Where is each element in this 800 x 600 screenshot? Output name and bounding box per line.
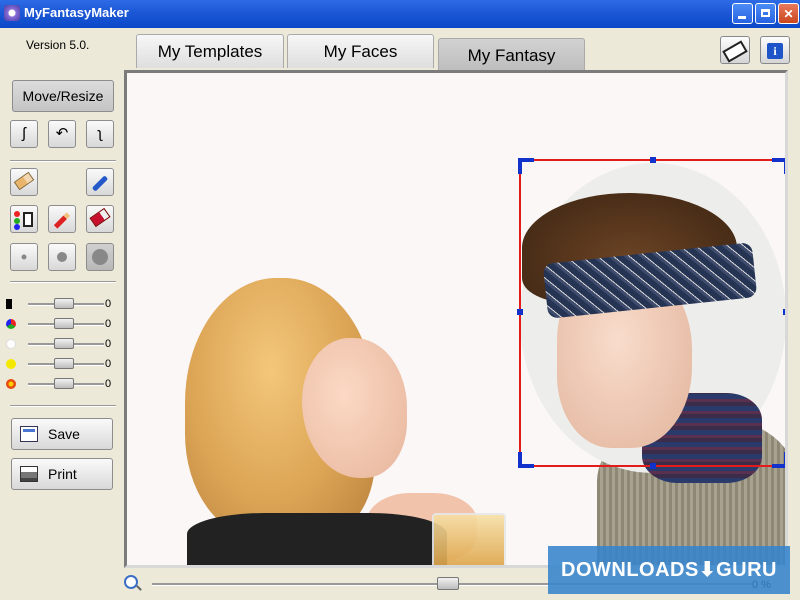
version-label: Version 5.0. (26, 38, 90, 52)
watermark: DOWNLOADS⬇GURU (548, 546, 790, 594)
move-resize-button[interactable]: Move/Resize (12, 80, 114, 112)
photo-canvas[interactable] (124, 70, 788, 568)
tab-my-fantasy[interactable]: My Fantasy (438, 38, 585, 72)
red-slider[interactable]: 0 (6, 376, 114, 392)
slider-value: 0 (105, 298, 112, 310)
rubber-tool-button[interactable] (86, 205, 114, 233)
rubber-icon (89, 207, 111, 228)
brush-large-icon (92, 249, 108, 265)
save-label: Save (48, 426, 80, 442)
clear-button[interactable] (720, 36, 750, 64)
pencil-icon (53, 212, 71, 229)
brightness-slider[interactable]: 0 (6, 336, 114, 352)
info-icon: i (767, 43, 783, 59)
woman-body (187, 513, 447, 565)
yellow-slider[interactable]: 0 (6, 356, 114, 372)
resize-handle[interactable] (772, 452, 785, 468)
yellow-icon (6, 359, 16, 369)
title-bar: MyFantasyMaker ✕ (0, 0, 800, 28)
app-icon (4, 5, 20, 21)
resize-handle[interactable] (772, 158, 785, 174)
brush-small-button[interactable] (10, 243, 38, 271)
flip-icon[interactable]: ↶ (48, 120, 76, 148)
divider (10, 281, 116, 283)
save-icon (20, 426, 38, 442)
print-label: Print (48, 466, 77, 482)
slider-thumb[interactable] (54, 318, 74, 329)
resize-handle[interactable] (518, 158, 534, 174)
eyedropper-tool-button[interactable] (86, 168, 114, 196)
maximize-button[interactable] (755, 3, 776, 24)
zoom-icon (124, 575, 138, 589)
slider-thumb[interactable] (54, 378, 74, 389)
info-button[interactable]: i (760, 36, 790, 64)
eraser-icon (722, 40, 748, 63)
brightness-icon (6, 339, 16, 349)
eyedropper-icon (91, 175, 109, 192)
rotate-left-icon[interactable]: ʃ (10, 120, 38, 148)
save-button[interactable]: Save (11, 418, 113, 450)
brush-large-button[interactable] (86, 243, 114, 271)
slider-value: 0 (105, 378, 112, 390)
color-tool-button[interactable] (10, 205, 38, 233)
resize-handle[interactable] (650, 157, 656, 163)
slider-value: 0 (105, 338, 112, 350)
resize-handle[interactable] (517, 309, 523, 315)
window-title: MyFantasyMaker (24, 5, 129, 20)
divider (10, 405, 116, 407)
eraser-icon (13, 171, 35, 191)
contrast-icon (6, 299, 12, 309)
color-picker-icon (14, 211, 20, 217)
brush-medium-icon (57, 252, 67, 262)
brush-medium-button[interactable] (48, 243, 76, 271)
slider-thumb[interactable] (54, 298, 74, 309)
divider (10, 160, 116, 162)
color-balance-slider[interactable]: 0 (6, 316, 114, 332)
tab-my-templates[interactable]: My Templates (136, 34, 284, 68)
drink-glass (432, 513, 506, 565)
resize-handle[interactable] (650, 463, 656, 469)
slider-thumb[interactable] (54, 358, 74, 369)
red-icon (6, 379, 16, 389)
color-balance-icon (6, 319, 16, 329)
pencil-tool-button[interactable] (48, 205, 76, 233)
close-button[interactable]: ✕ (778, 3, 799, 24)
selection-box[interactable] (517, 157, 785, 469)
contrast-slider[interactable]: 0 (6, 296, 114, 312)
printer-icon (20, 466, 38, 482)
minimize-button[interactable] (732, 3, 753, 24)
resize-handle[interactable] (783, 309, 785, 315)
zoom-slider-thumb[interactable] (437, 577, 459, 590)
resize-handle[interactable] (518, 452, 534, 468)
eraser-tool-button[interactable] (10, 168, 38, 196)
slider-value: 0 (105, 318, 112, 330)
print-button[interactable]: Print (11, 458, 113, 490)
tab-my-faces[interactable]: My Faces (287, 34, 434, 68)
rotate-right-icon[interactable]: ʅ (86, 120, 114, 148)
brush-small-icon (21, 254, 27, 260)
tool-panel (0, 28, 124, 600)
slider-value: 0 (105, 358, 112, 370)
slider-thumb[interactable] (54, 338, 74, 349)
